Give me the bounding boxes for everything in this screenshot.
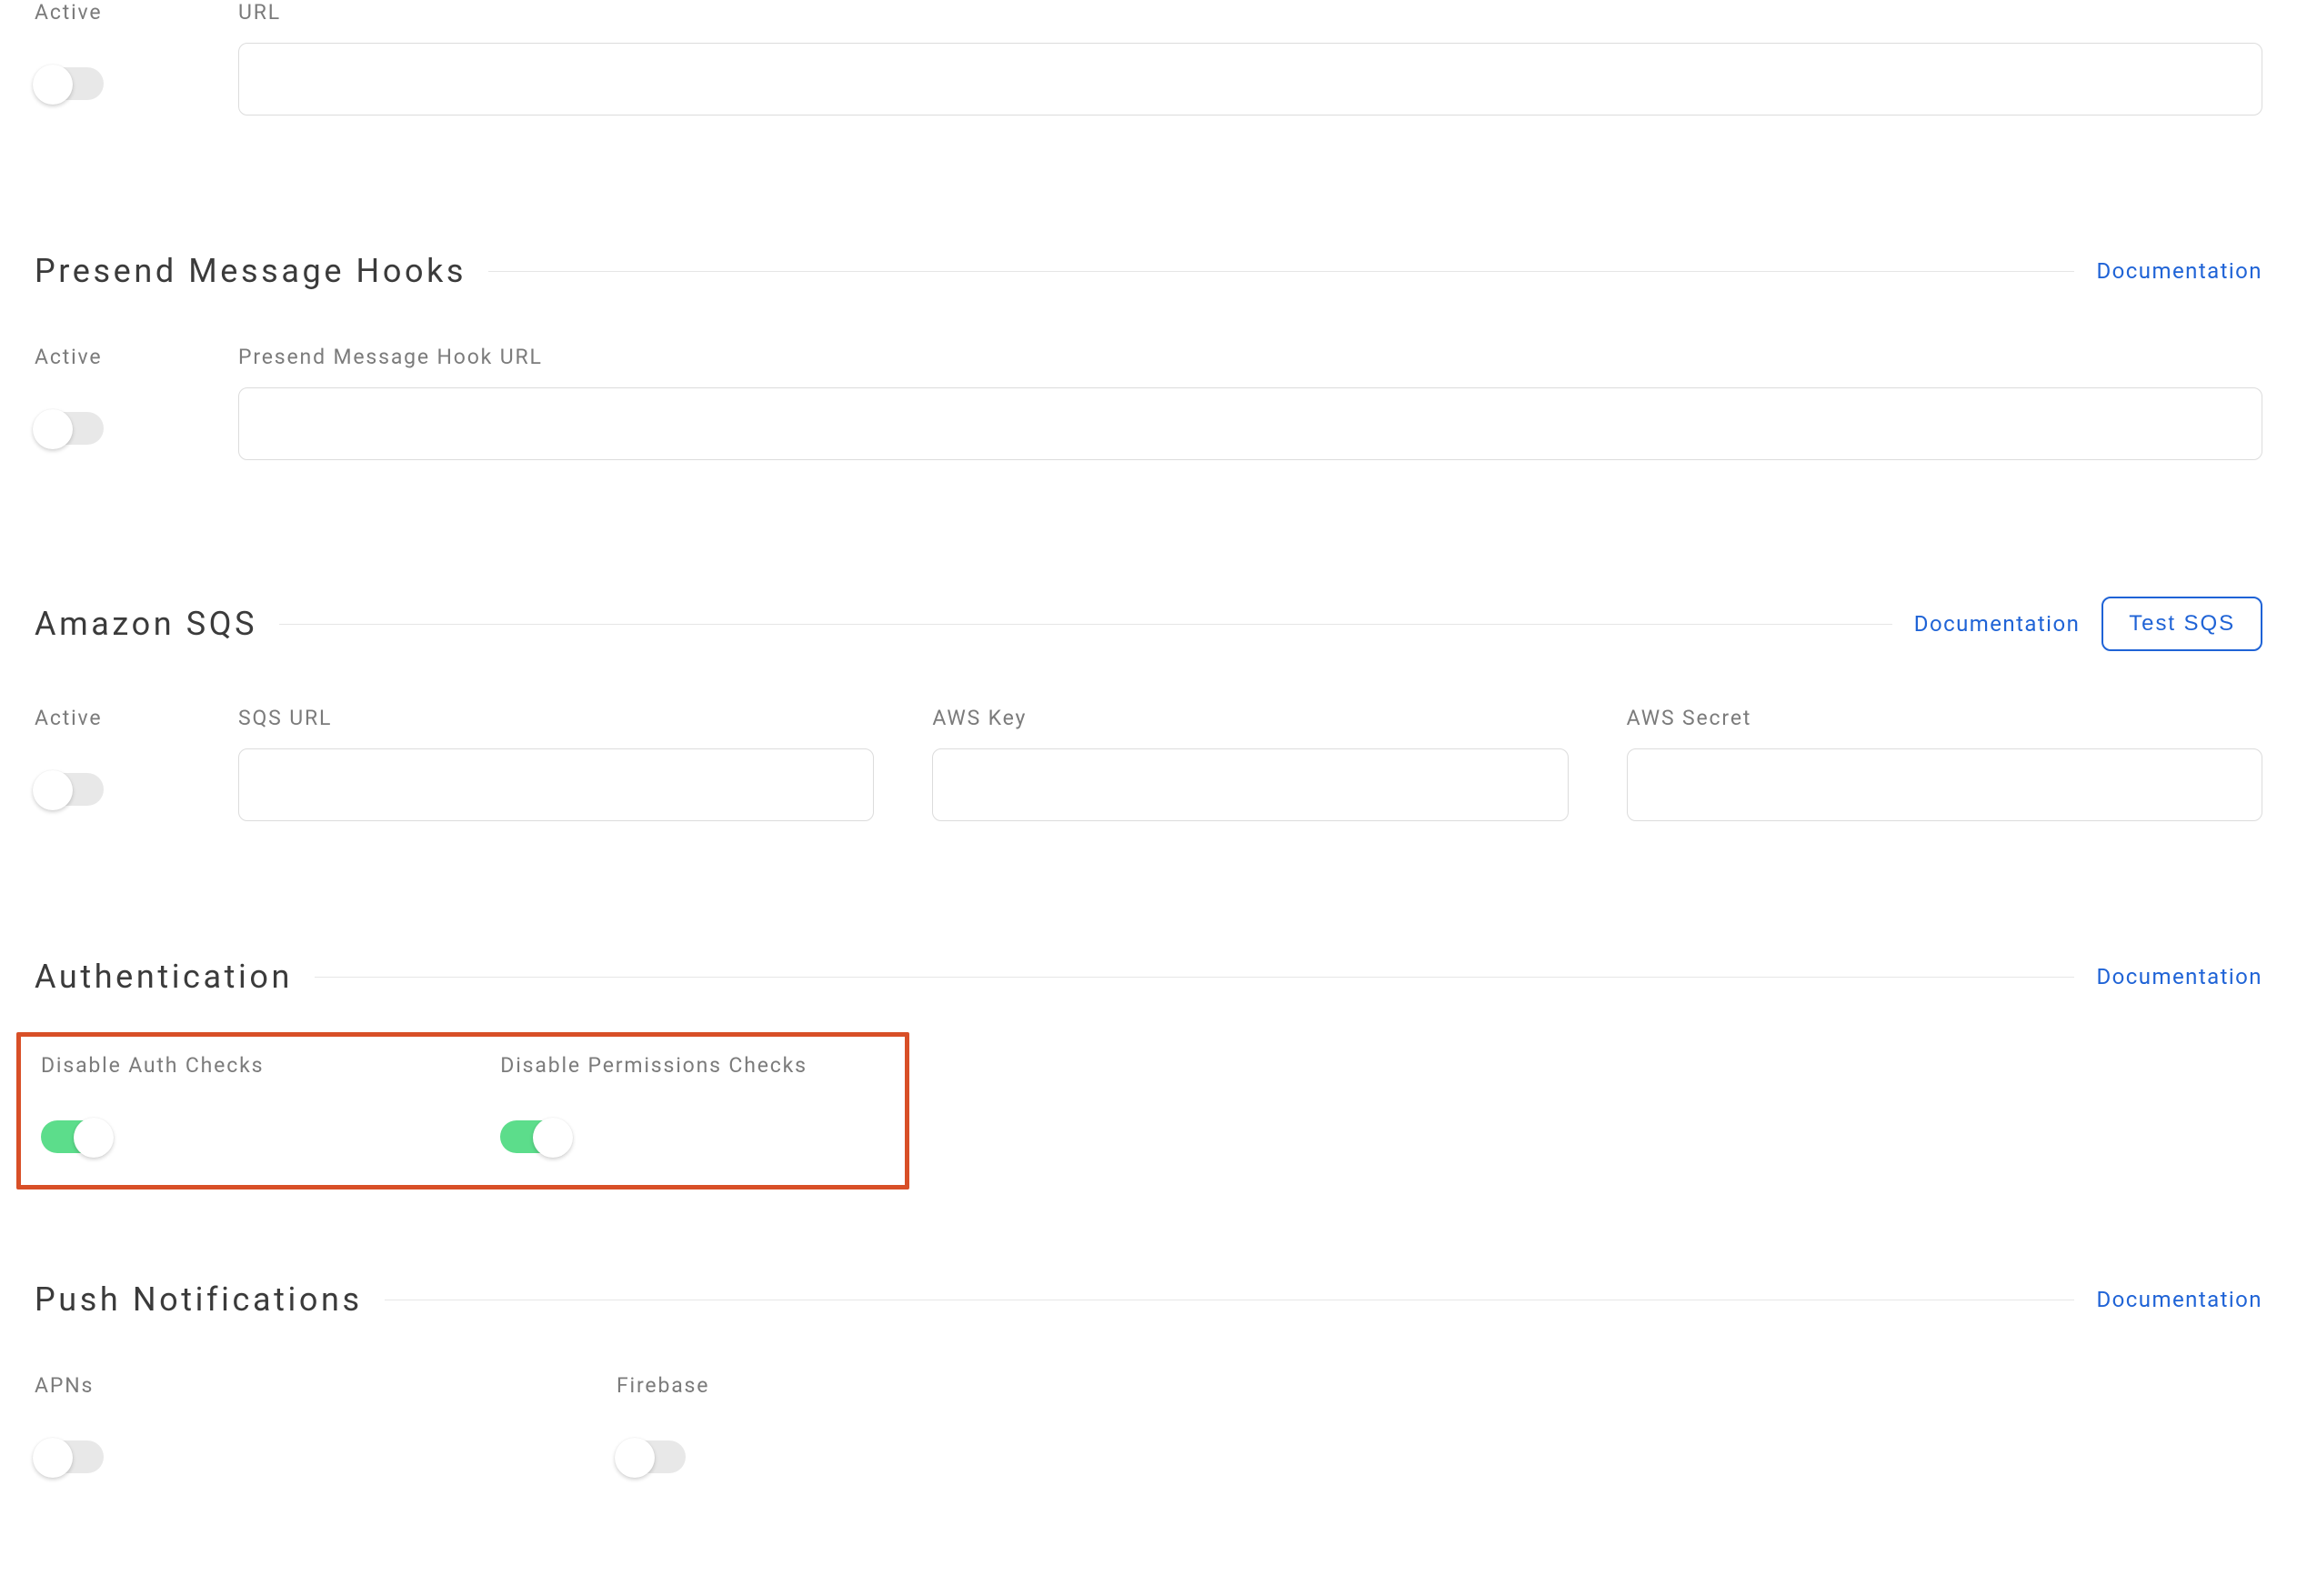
auth-documentation-link[interactable]: Documentation	[2096, 964, 2262, 989]
auth-highlight-box: Disable Auth Checks Disable Permissions …	[16, 1032, 909, 1189]
test-sqs-button[interactable]: Test SQS	[2101, 597, 2262, 651]
firebase-toggle[interactable]	[617, 1436, 689, 1480]
push-section-header: Push Notifications Documentation	[35, 1280, 2262, 1319]
aws-key-label: AWS Key	[932, 706, 1568, 730]
aws-secret-input[interactable]	[1627, 748, 2262, 821]
presend-active-label: Active	[35, 345, 180, 369]
sqs-url-input[interactable]	[238, 748, 874, 821]
disable-auth-label: Disable Auth Checks	[41, 1053, 264, 1078]
disable-permissions-label: Disable Permissions Checks	[500, 1053, 807, 1078]
sqs-active-toggle[interactable]	[35, 768, 107, 812]
aws-key-input[interactable]	[932, 748, 1568, 821]
presend-title: Presend Message Hooks	[35, 252, 466, 290]
presend-url-label: Presend Message Hook URL	[238, 345, 2262, 369]
presend-documentation-link[interactable]: Documentation	[2096, 258, 2262, 284]
webhook-url-label: URL	[238, 0, 2262, 25]
apns-label: APNs	[35, 1373, 107, 1398]
sqs-section-header: Amazon SQS Documentation Test SQS	[35, 597, 2262, 651]
push-title: Push Notifications	[35, 1280, 363, 1319]
presend-active-toggle[interactable]	[35, 407, 107, 451]
webhook-active-label: Active	[35, 0, 180, 25]
apns-toggle[interactable]	[35, 1436, 107, 1480]
sqs-row: Active SQS URL AWS Key AWS Secret	[35, 706, 2262, 821]
push-row: APNs Firebase	[35, 1373, 2262, 1480]
sqs-active-label: Active	[35, 706, 180, 730]
sqs-title: Amazon SQS	[35, 605, 257, 643]
divider	[315, 977, 2074, 978]
webhook-url-input[interactable]	[238, 43, 2262, 115]
firebase-label: Firebase	[617, 1373, 709, 1398]
auth-section-header: Authentication Documentation	[35, 958, 2262, 996]
disable-permissions-toggle[interactable]	[500, 1116, 573, 1159]
sqs-url-label: SQS URL	[238, 706, 874, 730]
disable-auth-toggle[interactable]	[41, 1116, 114, 1159]
aws-secret-label: AWS Secret	[1627, 706, 2262, 730]
webhook-row: Active URL	[35, 0, 2262, 115]
divider	[488, 271, 2074, 272]
push-documentation-link[interactable]: Documentation	[2096, 1287, 2262, 1312]
auth-title: Authentication	[35, 958, 293, 996]
presend-url-input[interactable]	[238, 387, 2262, 460]
webhook-active-toggle[interactable]	[35, 63, 107, 106]
divider	[279, 624, 1892, 625]
presend-row: Active Presend Message Hook URL	[35, 345, 2262, 460]
sqs-documentation-link[interactable]: Documentation	[1914, 611, 2081, 637]
presend-section-header: Presend Message Hooks Documentation	[35, 252, 2262, 290]
